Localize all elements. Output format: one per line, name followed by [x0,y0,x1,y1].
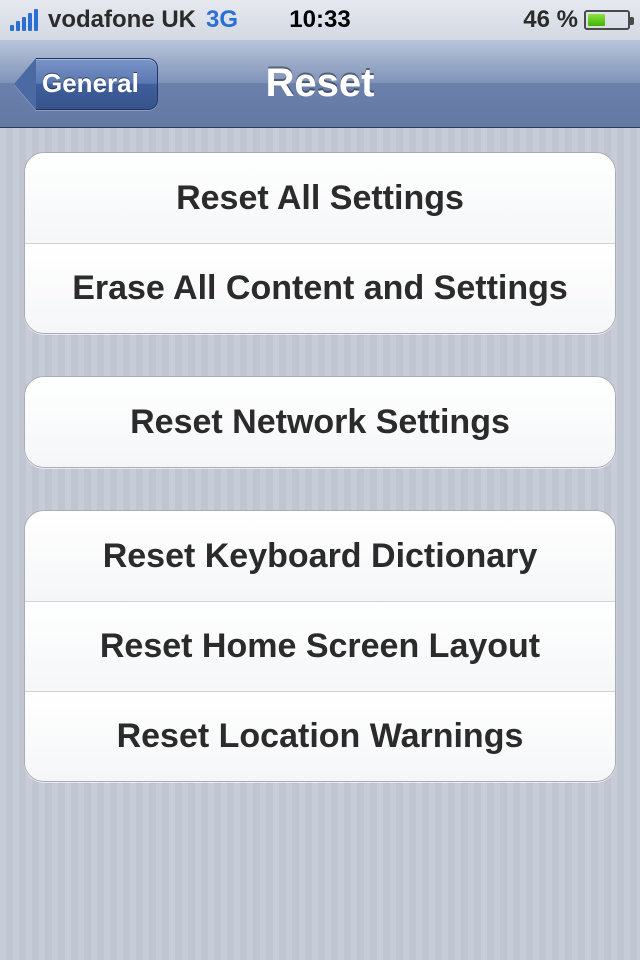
cell-label: Reset Network Settings [130,403,510,442]
reset-network-settings-button[interactable]: Reset Network Settings [25,377,615,467]
cell-label: Reset Location Warnings [117,717,524,756]
reset-home-screen-layout-button[interactable]: Reset Home Screen Layout [25,601,615,691]
back-button-label: General [42,68,139,99]
page-title: Reset [266,61,375,106]
settings-group-2: Reset Network Settings [24,376,616,468]
battery-icon [584,10,630,30]
cell-label: Reset Home Screen Layout [100,627,540,666]
cell-label: Reset Keyboard Dictionary [103,537,538,576]
back-button[interactable]: General [14,58,158,110]
navigation-bar: General Reset [0,40,640,128]
clock: 10:33 [0,6,640,34]
settings-group-3: Reset Keyboard Dictionary Reset Home Scr… [24,510,616,782]
back-chevron-icon [14,58,36,110]
reset-keyboard-dictionary-button[interactable]: Reset Keyboard Dictionary [25,511,615,601]
reset-location-warnings-button[interactable]: Reset Location Warnings [25,691,615,781]
status-bar: vodafone UK 3G 10:33 46 % [0,0,640,40]
cell-label: Reset All Settings [176,179,464,218]
erase-all-content-button[interactable]: Erase All Content and Settings [25,243,615,333]
content-area: Reset All Settings Erase All Content and… [0,128,640,960]
reset-all-settings-button[interactable]: Reset All Settings [25,153,615,243]
settings-group-1: Reset All Settings Erase All Content and… [24,152,616,334]
cell-label: Erase All Content and Settings [72,269,568,308]
